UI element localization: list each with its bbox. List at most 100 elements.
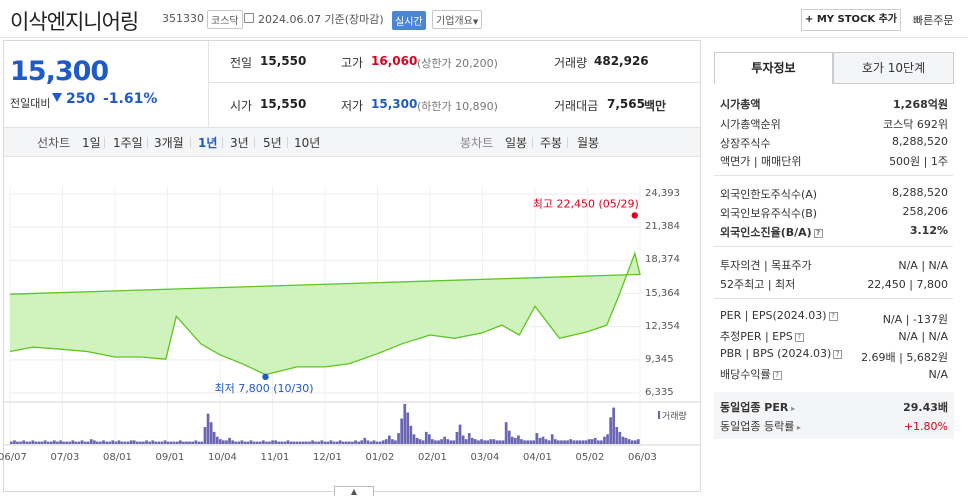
volume-legend-icon (658, 411, 660, 419)
x-tick-label: 09/01 (155, 452, 185, 463)
par-label: 액면가 | 매매단위 (720, 155, 802, 168)
volume-bar (163, 440, 167, 444)
low-label: 저가 (341, 99, 364, 113)
tab-daily[interactable]: 일봉 (505, 134, 527, 151)
tab-1d[interactable]: 1일 (82, 134, 101, 151)
volume-bar (329, 440, 333, 444)
volume-bar (455, 431, 459, 444)
volume-bar (354, 440, 357, 444)
opinion-label: 투자의견 | 목표주가 (720, 259, 812, 272)
company-info-dropdown[interactable]: 기업개요▼ (432, 10, 483, 29)
volume-bar (492, 439, 496, 444)
volume-bar (252, 441, 256, 444)
volume-bar (600, 440, 603, 444)
help-icon[interactable]: ? (813, 228, 823, 238)
volume-bar (182, 441, 185, 444)
tab-3y[interactable]: 3년 (230, 134, 249, 151)
volume-bar (212, 431, 216, 444)
divider (714, 298, 953, 299)
tab-5y[interactable]: 5년 (263, 134, 282, 151)
volume-bar (71, 440, 75, 444)
volume-bar (335, 441, 339, 444)
volume-bar (424, 431, 428, 444)
tab-1y[interactable]: 1년 (198, 134, 217, 151)
volume-bar (139, 441, 142, 444)
volume-bar (68, 441, 72, 444)
tab-weekly[interactable]: 주봉 (540, 134, 562, 151)
shares-value: 8,288,520 (892, 135, 948, 148)
est-per-label: 추정PER | EPS (720, 330, 793, 343)
x-tick-label: 02/01 (418, 452, 447, 463)
my-stock-add-button[interactable]: + MY STOCK 추가 (801, 9, 901, 31)
volume-bar (569, 439, 572, 444)
y-tick-label: 21,384 (645, 221, 680, 233)
volume-bar (320, 440, 324, 444)
volume-bar (102, 440, 105, 444)
volume-bar (228, 437, 231, 444)
tab-10y[interactable]: 10년 (294, 134, 320, 151)
open-label: 시가 (230, 99, 253, 113)
volume-bar (298, 441, 302, 444)
sector-per-value: 29.43배 (903, 401, 948, 414)
volume-bar (538, 437, 542, 444)
current-price: 15,300 (10, 56, 109, 87)
volume-bar (384, 439, 388, 444)
divider (147, 137, 148, 148)
sector-rate-row[interactable]: 동일업종 등락률 ▸ (720, 418, 801, 434)
help-icon[interactable]: ? (772, 370, 782, 380)
volume-bar (578, 440, 582, 444)
rank-value: 코스닥 692위 (883, 118, 948, 131)
volume-bar (501, 440, 505, 444)
divider (190, 137, 191, 148)
tab-monthly[interactable]: 월봉 (577, 134, 599, 151)
volume-bar (13, 440, 16, 444)
volume-bar (547, 440, 551, 444)
volume-bar (541, 436, 545, 444)
volume-bar (609, 417, 612, 444)
volume-bar (305, 441, 308, 444)
volume-bar (314, 441, 317, 444)
sector-rate-label: 동일업종 등락률 (720, 420, 795, 433)
chevron-right-icon: ▸ (794, 423, 801, 432)
volume-bar (19, 441, 22, 444)
volume-bar (108, 441, 111, 444)
lower-limit: (하한가 10,890) (417, 100, 498, 113)
volume-bar (440, 439, 443, 444)
volume-bar (471, 437, 474, 444)
week52-label: 52주최고 | 최저 (720, 278, 796, 291)
volume-bar (437, 440, 440, 444)
volume-bar (283, 441, 287, 444)
down-arrow-icon (52, 93, 62, 102)
volume-bar (154, 441, 158, 444)
tab-orderbook[interactable]: 호가 10단계 (833, 52, 954, 84)
volume-bar (114, 441, 118, 444)
sector-per-label: 동일업종 PER (720, 401, 789, 414)
volume-bar (397, 433, 400, 444)
volume-bar (274, 440, 277, 444)
volume-bar (449, 440, 453, 444)
volume-bar (225, 440, 228, 444)
tab-invest-info[interactable]: 투자정보 (714, 52, 833, 84)
volume-bar (123, 441, 127, 444)
volume-bar (96, 441, 99, 444)
sector-per-row[interactable]: 동일업종 PER ▸ (720, 399, 795, 415)
volume-bar (378, 441, 382, 444)
volume-bar (446, 439, 450, 444)
y-tick-label: 12,354 (645, 320, 680, 332)
volume-bar (265, 441, 268, 444)
volume-bar (560, 440, 563, 444)
tab-3m[interactable]: 3개월 (154, 134, 184, 151)
volume-bar (222, 440, 225, 444)
volume-bar (277, 441, 281, 444)
divider (532, 137, 533, 148)
chevron-up-icon[interactable]: ▲ (334, 486, 374, 496)
volume-bar (302, 441, 305, 444)
help-icon[interactable]: ? (828, 311, 838, 321)
tab-1w[interactable]: 1주일 (113, 134, 143, 151)
help-icon[interactable]: ? (833, 349, 843, 359)
y-tick-label: 18,374 (645, 254, 680, 266)
help-icon[interactable]: ? (794, 332, 804, 342)
realtime-badge[interactable]: 실시간 (392, 11, 426, 30)
volume-bar (557, 440, 560, 444)
quick-order-button[interactable]: 빠른주문 (913, 12, 953, 28)
